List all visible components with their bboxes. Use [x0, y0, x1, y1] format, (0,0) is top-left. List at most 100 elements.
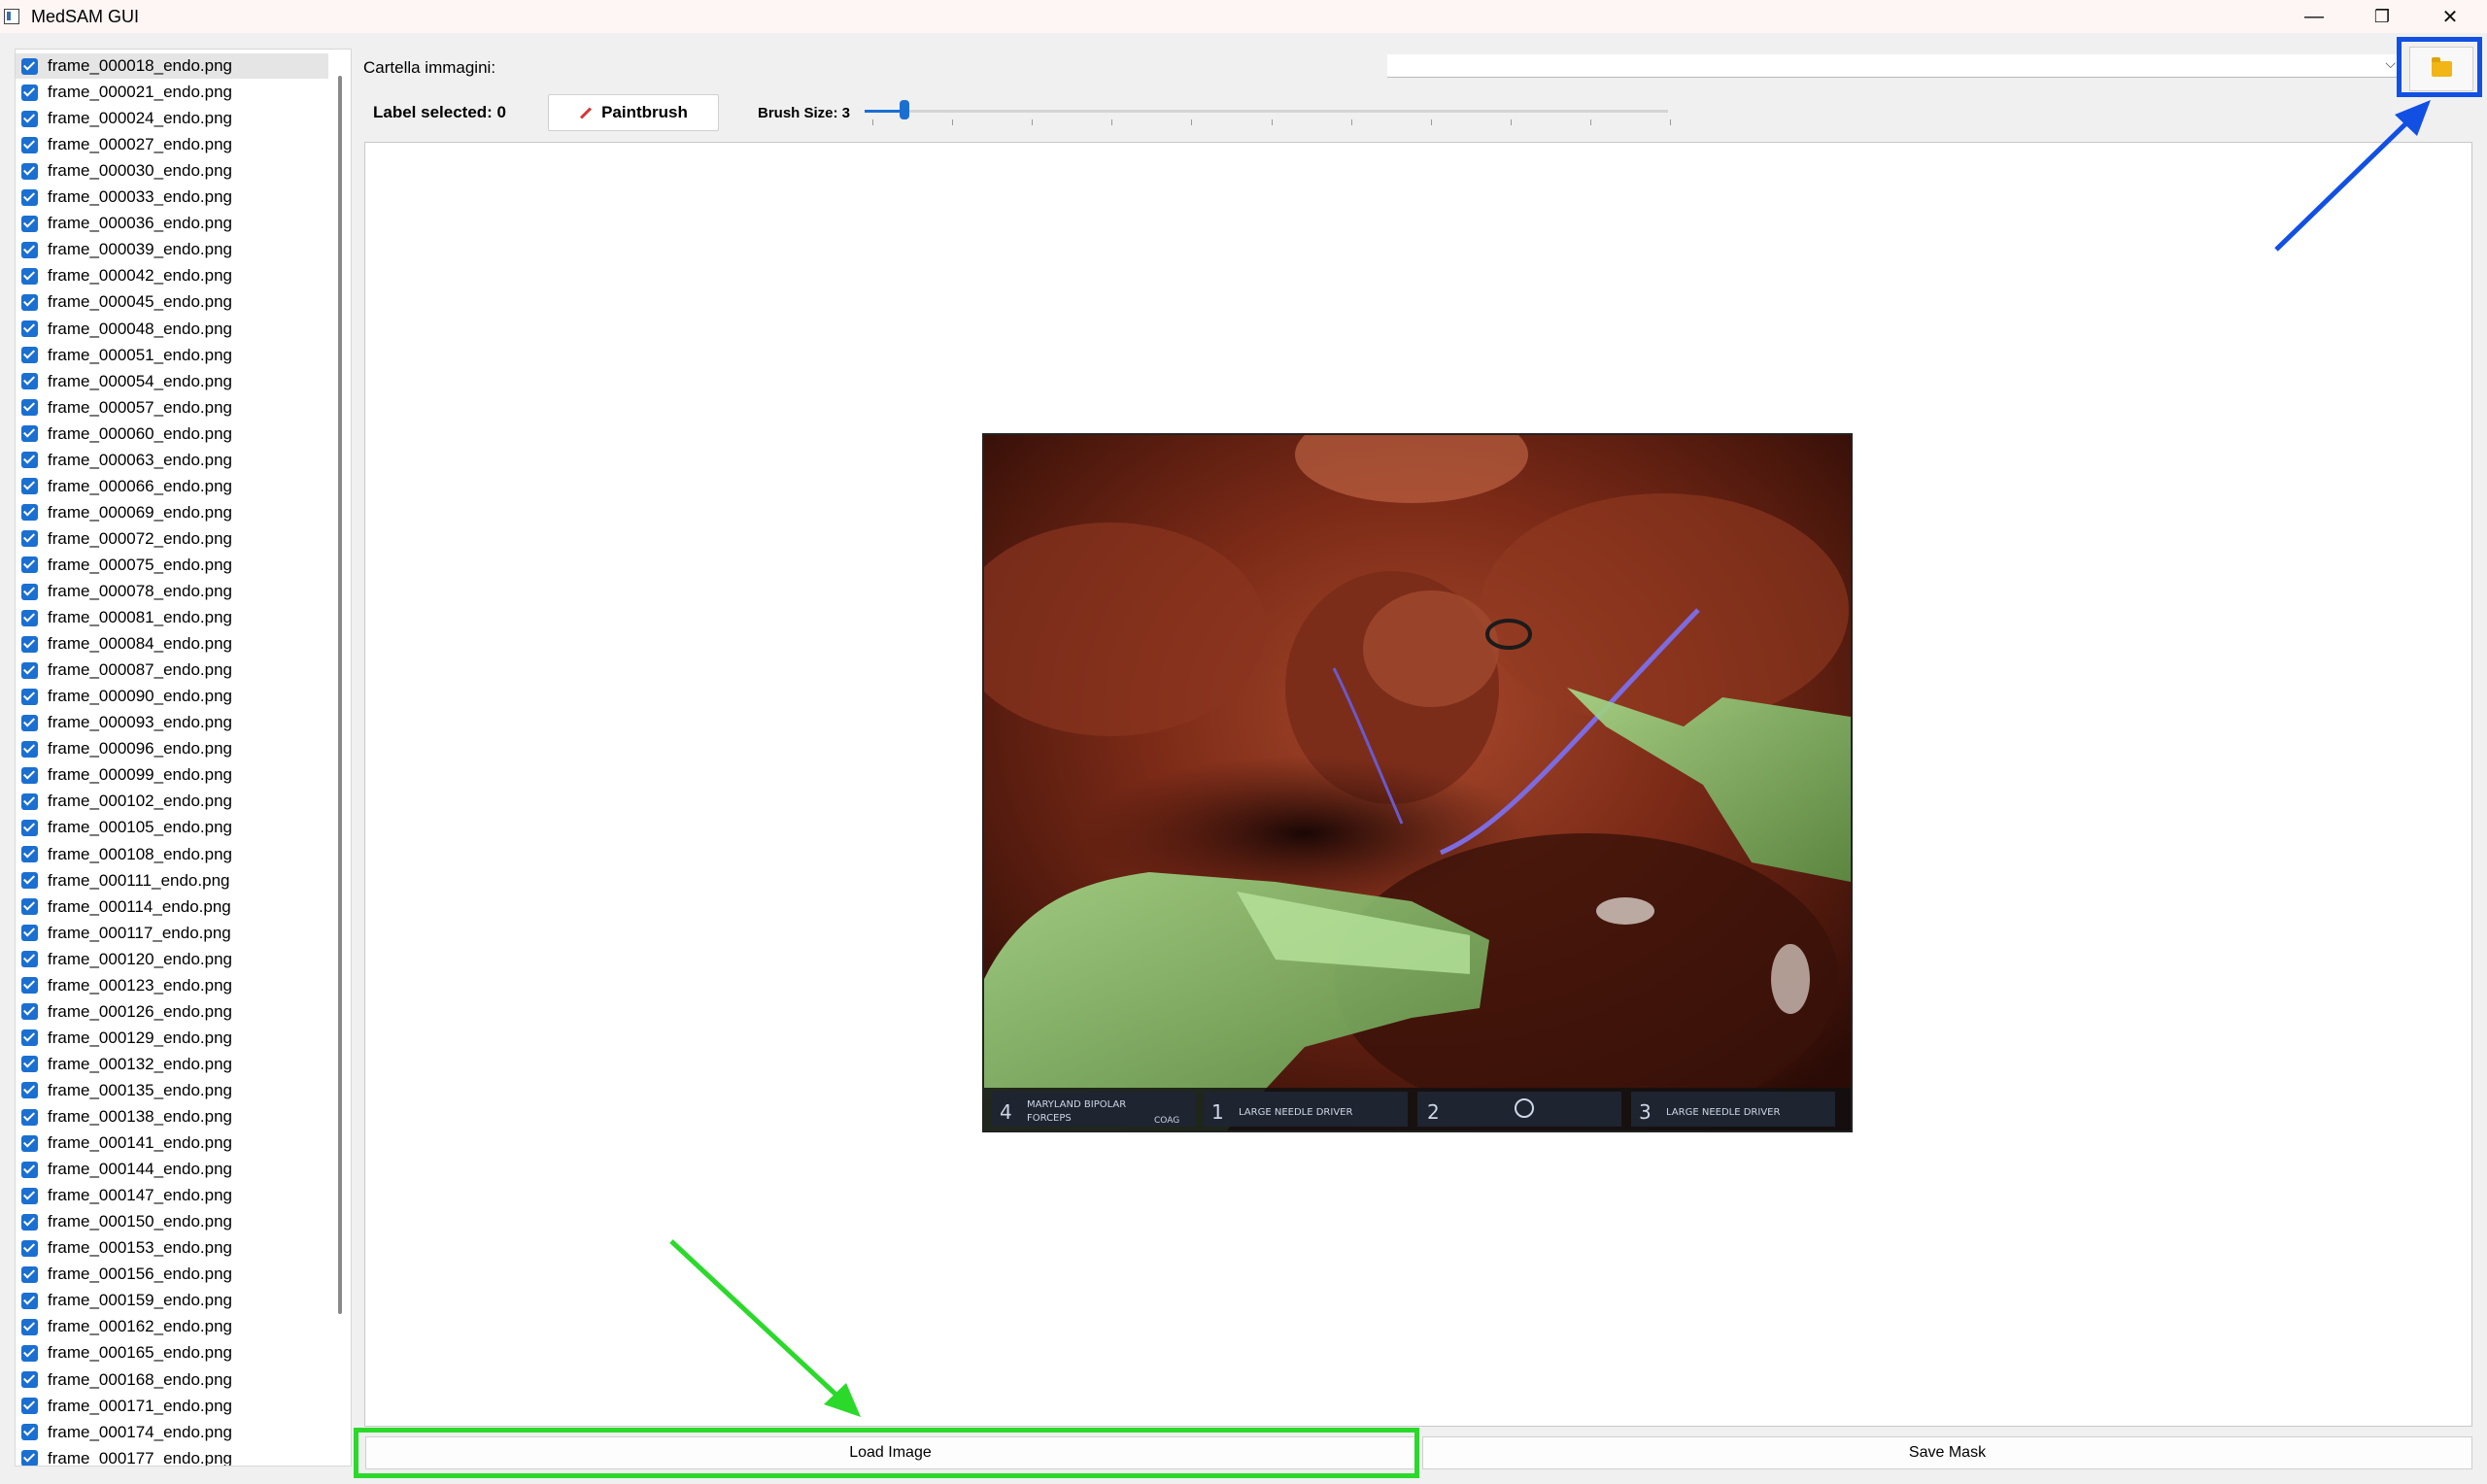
file-list-item[interactable]: frame_000141_endo.png	[16, 1130, 328, 1156]
file-list-item[interactable]: frame_000168_endo.png	[16, 1367, 328, 1393]
file-list-item[interactable]: frame_000108_endo.png	[16, 842, 328, 867]
folder-combo[interactable]: ⌵	[1387, 54, 2400, 78]
file-checkbox[interactable]	[21, 1371, 38, 1388]
file-list-item[interactable]: frame_000144_endo.png	[16, 1157, 328, 1182]
file-checkbox[interactable]	[21, 373, 38, 390]
file-checkbox[interactable]	[21, 609, 38, 626]
file-checkbox[interactable]	[21, 977, 38, 995]
file-checkbox[interactable]	[21, 110, 38, 127]
file-checkbox[interactable]	[21, 1003, 38, 1021]
file-list-item[interactable]: frame_000156_endo.png	[16, 1262, 328, 1287]
file-checkbox[interactable]	[21, 267, 38, 285]
file-list-item[interactable]: frame_000084_endo.png	[16, 631, 328, 657]
file-checkbox[interactable]	[21, 714, 38, 731]
file-list-item[interactable]: frame_000096_endo.png	[16, 736, 328, 761]
file-checkbox[interactable]	[21, 1082, 38, 1099]
file-list-item[interactable]: frame_000036_endo.png	[16, 211, 328, 236]
file-list-item[interactable]: frame_000048_endo.png	[16, 317, 328, 342]
file-list-item[interactable]: frame_000165_endo.png	[16, 1340, 328, 1366]
file-list[interactable]: frame_000018_endo.png frame_000021_endo.p…	[15, 49, 352, 1467]
file-checkbox[interactable]	[21, 793, 38, 810]
file-checkbox[interactable]	[21, 925, 38, 942]
file-checkbox[interactable]	[21, 425, 38, 443]
file-checkbox[interactable]	[21, 1134, 38, 1152]
file-checkbox[interactable]	[21, 241, 38, 258]
file-list-item[interactable]: frame_000138_endo.png	[16, 1104, 328, 1130]
file-checkbox[interactable]	[21, 136, 38, 153]
file-checkbox[interactable]	[21, 478, 38, 495]
file-checkbox[interactable]	[21, 766, 38, 784]
file-list-item[interactable]: frame_000078_endo.png	[16, 579, 328, 604]
file-checkbox[interactable]	[21, 1424, 38, 1441]
file-list-item[interactable]: frame_000153_endo.png	[16, 1235, 328, 1261]
file-list-item[interactable]: frame_000081_endo.png	[16, 605, 328, 630]
file-list-item[interactable]: frame_000066_endo.png	[16, 474, 328, 499]
endoscopic-image[interactable]: 4 MARYLAND BIPOLAR FORCEPS COAG 1 LARGE …	[982, 433, 1853, 1132]
slider-handle[interactable]	[900, 100, 910, 119]
save-mask-button[interactable]: Save Mask	[1422, 1436, 2472, 1469]
file-checkbox[interactable]	[21, 1161, 38, 1178]
file-checkbox[interactable]	[21, 162, 38, 180]
file-list-item[interactable]: frame_000171_endo.png	[16, 1394, 328, 1419]
file-list-item[interactable]: frame_000126_endo.png	[16, 999, 328, 1025]
file-checkbox[interactable]	[21, 293, 38, 311]
file-checkbox[interactable]	[21, 1265, 38, 1283]
file-checkbox[interactable]	[21, 1344, 38, 1362]
file-checkbox[interactable]	[21, 1056, 38, 1073]
file-list-item[interactable]: frame_000063_endo.png	[16, 448, 328, 473]
file-list-item[interactable]: frame_000018_endo.png	[16, 53, 328, 79]
file-list-item[interactable]: frame_000162_endo.png	[16, 1314, 328, 1339]
file-list-item[interactable]: frame_000105_endo.png	[16, 815, 328, 840]
file-checkbox[interactable]	[21, 846, 38, 862]
file-list-item[interactable]: frame_000021_endo.png	[16, 80, 328, 105]
file-list-item[interactable]: frame_000102_endo.png	[16, 789, 328, 814]
file-list-item[interactable]: frame_000060_endo.png	[16, 422, 328, 447]
file-checkbox[interactable]	[21, 84, 38, 101]
file-list-item[interactable]: frame_000132_endo.png	[16, 1052, 328, 1077]
file-list-item[interactable]: frame_000054_endo.png	[16, 369, 328, 394]
file-list-item[interactable]: frame_000114_endo.png	[16, 894, 328, 920]
file-checkbox[interactable]	[21, 583, 38, 600]
file-checkbox[interactable]	[21, 1450, 38, 1466]
file-list-item[interactable]: frame_000123_endo.png	[16, 973, 328, 998]
file-list-item[interactable]: frame_000030_endo.png	[16, 158, 328, 184]
file-checkbox[interactable]	[21, 1213, 38, 1231]
file-list-item[interactable]: frame_000174_endo.png	[16, 1420, 328, 1445]
file-list-scrollbar[interactable]	[329, 50, 351, 1466]
file-checkbox[interactable]	[21, 347, 38, 364]
file-checkbox[interactable]	[21, 1318, 38, 1335]
file-list-item[interactable]: frame_000093_endo.png	[16, 710, 328, 735]
minimize-button[interactable]: —	[2285, 0, 2343, 33]
file-list-item[interactable]: frame_000099_endo.png	[16, 762, 328, 788]
file-checkbox[interactable]	[21, 951, 38, 968]
file-list-item[interactable]: frame_000072_endo.png	[16, 526, 328, 552]
file-list-item[interactable]: frame_000027_endo.png	[16, 132, 328, 157]
file-list-item[interactable]: frame_000147_endo.png	[16, 1183, 328, 1208]
file-checkbox[interactable]	[21, 1187, 38, 1204]
file-list-item[interactable]: frame_000090_endo.png	[16, 684, 328, 709]
file-list-item[interactable]: frame_000045_endo.png	[16, 289, 328, 315]
file-list-item[interactable]: frame_000039_endo.png	[16, 237, 328, 262]
file-checkbox[interactable]	[21, 898, 38, 916]
file-checkbox[interactable]	[21, 661, 38, 679]
file-checkbox[interactable]	[21, 188, 38, 206]
file-checkbox[interactable]	[21, 740, 38, 758]
file-checkbox[interactable]	[21, 215, 38, 232]
file-checkbox[interactable]	[21, 872, 38, 890]
file-list-item[interactable]: frame_000033_endo.png	[16, 185, 328, 210]
scrollbar-thumb[interactable]	[338, 76, 342, 1314]
file-list-item[interactable]: frame_000042_endo.png	[16, 263, 328, 288]
file-checkbox[interactable]	[21, 688, 38, 705]
file-list-item[interactable]: frame_000120_endo.png	[16, 947, 328, 972]
paintbrush-button[interactable]: Paintbrush	[548, 94, 719, 131]
file-list-item[interactable]: frame_000150_endo.png	[16, 1209, 328, 1234]
file-checkbox[interactable]	[21, 1398, 38, 1415]
close-button[interactable]: ✕	[2421, 0, 2479, 33]
file-checkbox[interactable]	[21, 57, 38, 75]
file-list-item[interactable]: frame_000057_endo.png	[16, 395, 328, 421]
file-checkbox[interactable]	[21, 1108, 38, 1126]
file-list-item[interactable]: frame_000135_endo.png	[16, 1078, 328, 1103]
file-list-item[interactable]: frame_000024_endo.png	[16, 106, 328, 131]
file-checkbox[interactable]	[21, 452, 38, 469]
file-list-item[interactable]: frame_000117_endo.png	[16, 921, 328, 946]
